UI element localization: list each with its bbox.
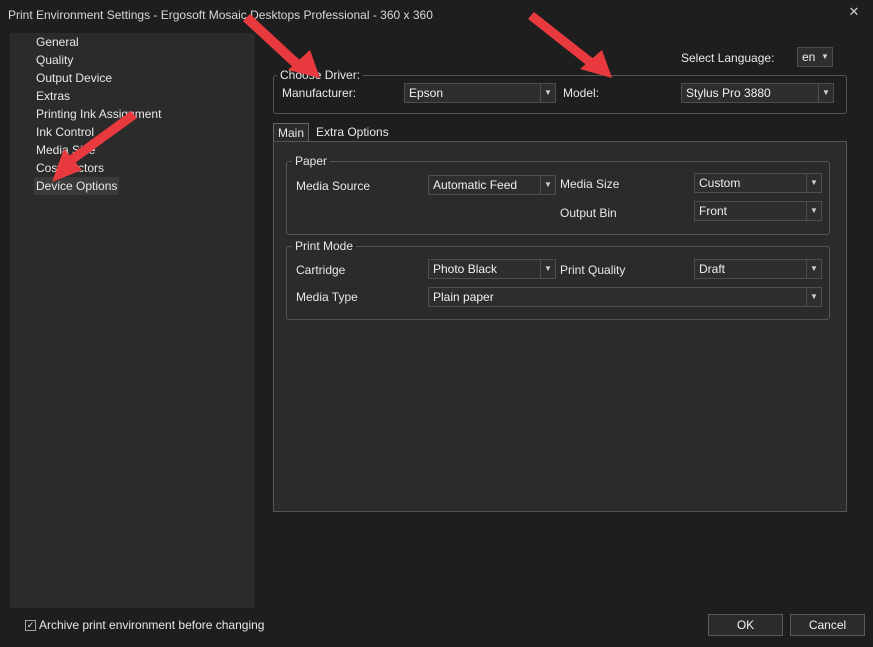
- sidebar-item-cost-factors[interactable]: Cost Factors: [34, 159, 106, 177]
- sidebar-item-ink-control[interactable]: Ink Control: [34, 123, 96, 141]
- tab-main[interactable]: Main: [273, 123, 310, 142]
- sidebar-item-printing-ink-assignment[interactable]: Printing Ink Assignment: [34, 105, 163, 123]
- sidebar-item-extras[interactable]: Extras: [34, 87, 72, 105]
- manufacturer-value: Epson: [409, 86, 444, 100]
- print-quality-label: Print Quality: [560, 263, 626, 277]
- chevron-down-icon: ▼: [818, 84, 833, 102]
- cartridge-value: Photo Black: [433, 262, 498, 276]
- cartridge-label: Cartridge: [296, 263, 346, 277]
- media-size-label: Media Size: [560, 177, 620, 191]
- media-type-select[interactable]: Plain paper ▼: [428, 287, 822, 307]
- paper-group-title: Paper: [292, 154, 331, 168]
- chevron-down-icon: ▼: [540, 84, 555, 102]
- sidebar-item-media-size[interactable]: Media Size: [34, 141, 97, 159]
- media-type-value: Plain paper: [433, 290, 494, 304]
- chevron-down-icon: ▼: [806, 174, 821, 192]
- output-bin-value: Front: [699, 204, 728, 218]
- print-mode-group: [286, 246, 830, 320]
- sidebar: General Quality Output Device Extras Pri…: [10, 33, 255, 608]
- media-size-value: Custom: [699, 176, 741, 190]
- print-quality-value: Draft: [699, 262, 726, 276]
- close-icon[interactable]: ✕: [847, 4, 861, 20]
- chevron-down-icon: ▼: [540, 176, 555, 194]
- sidebar-item-quality[interactable]: Quality: [34, 51, 75, 69]
- language-select[interactable]: en ▼: [797, 47, 833, 67]
- output-bin-label: Output Bin: [560, 206, 617, 220]
- model-label: Model:: [563, 86, 600, 100]
- annotation-arrow-icon: [528, 12, 612, 78]
- manufacturer-select[interactable]: Epson ▼: [404, 83, 556, 103]
- ok-button[interactable]: OK: [708, 614, 783, 636]
- chevron-down-icon: ▼: [806, 288, 821, 306]
- media-type-label: Media Type: [296, 290, 358, 304]
- archive-label: Archive print environment before changin…: [39, 618, 265, 632]
- print-mode-group-title: Print Mode: [292, 239, 357, 253]
- tab-extra-options[interactable]: Extra Options: [312, 123, 393, 141]
- chevron-down-icon: ▼: [806, 202, 821, 220]
- cartridge-select[interactable]: Photo Black ▼: [428, 259, 556, 279]
- chevron-down-icon: ▼: [821, 52, 829, 61]
- window-title: Print Environment Settings - Ergosoft Mo…: [8, 8, 433, 22]
- sidebar-item-device-options[interactable]: Device Options: [34, 177, 120, 195]
- sidebar-item-general[interactable]: General: [34, 33, 81, 51]
- choose-driver-title: Choose Driver:: [277, 68, 364, 82]
- cancel-button[interactable]: Cancel: [790, 614, 865, 636]
- chevron-down-icon: ▼: [806, 260, 821, 278]
- media-source-value: Automatic Feed: [433, 178, 518, 192]
- print-quality-select[interactable]: Draft ▼: [694, 259, 822, 279]
- model-value: Stylus Pro 3880: [686, 86, 771, 100]
- model-select[interactable]: Stylus Pro 3880 ▼: [681, 83, 834, 103]
- media-source-select[interactable]: Automatic Feed ▼: [428, 175, 556, 195]
- output-bin-select[interactable]: Front ▼: [694, 201, 822, 221]
- language-value: en: [802, 50, 816, 64]
- media-source-label: Media Source: [296, 179, 371, 193]
- sidebar-item-output-device[interactable]: Output Device: [34, 69, 114, 87]
- manufacturer-label: Manufacturer:: [282, 86, 357, 100]
- media-size-select[interactable]: Custom ▼: [694, 173, 822, 193]
- archive-checkbox[interactable]: ✓: [25, 620, 36, 631]
- chevron-down-icon: ▼: [540, 260, 555, 278]
- select-language-label: Select Language:: [681, 51, 775, 65]
